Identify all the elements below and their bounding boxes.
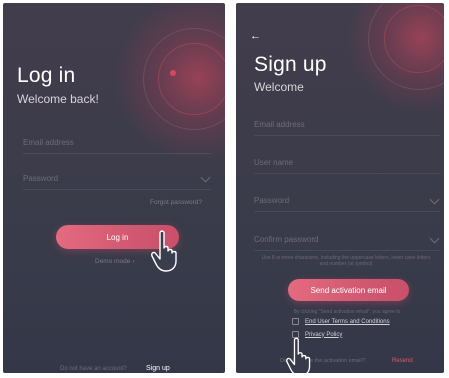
username-input[interactable] (254, 151, 440, 173)
decorative-ring (158, 43, 225, 115)
signup-link[interactable]: Sign up (146, 365, 170, 372)
footer-text: Do not have an account? (60, 366, 127, 372)
hand-pointer-icon (151, 230, 177, 272)
terms-link[interactable]: End User Terms and Conditions (305, 319, 390, 325)
email-field (23, 131, 211, 154)
page-subtitle: Welcome (254, 80, 304, 94)
email-input[interactable] (23, 131, 211, 153)
password-input[interactable] (254, 189, 440, 211)
page-subtitle: Welcome back! (17, 92, 99, 106)
terms-row: End User Terms and Conditions (292, 318, 390, 325)
password-hint: Use 8 or more characters, including the … (261, 255, 431, 267)
resend-link[interactable]: Resend (392, 358, 413, 364)
password-field (23, 167, 211, 190)
send-activation-button[interactable]: Send activation email (288, 279, 409, 301)
username-field (254, 151, 440, 174)
page-title: Sign up (254, 53, 327, 76)
confirm-password-input[interactable] (254, 228, 440, 250)
demo-mode-link[interactable]: Demo mode › (95, 258, 134, 265)
email-field (254, 113, 440, 136)
arrow-left-icon[interactable]: ← (250, 30, 261, 42)
decorative-ring (384, 5, 444, 73)
forgot-password-link[interactable]: Forgot password? (150, 199, 202, 206)
decorative-dot (170, 70, 176, 76)
confirm-password-field (254, 228, 440, 251)
password-input[interactable] (23, 167, 211, 189)
login-screen: Log in Welcome back! Forgot password? Lo… (3, 3, 225, 373)
email-input[interactable] (254, 113, 440, 135)
password-field (254, 189, 440, 212)
signup-screen: ← Sign up Welcome Use 8 or more characte… (236, 3, 444, 373)
page-title: Log in (17, 64, 76, 87)
agreement-text: By clicking "Send activation email", you… (293, 309, 401, 315)
hand-pointer-icon (286, 337, 311, 373)
terms-checkbox[interactable] (292, 318, 299, 325)
